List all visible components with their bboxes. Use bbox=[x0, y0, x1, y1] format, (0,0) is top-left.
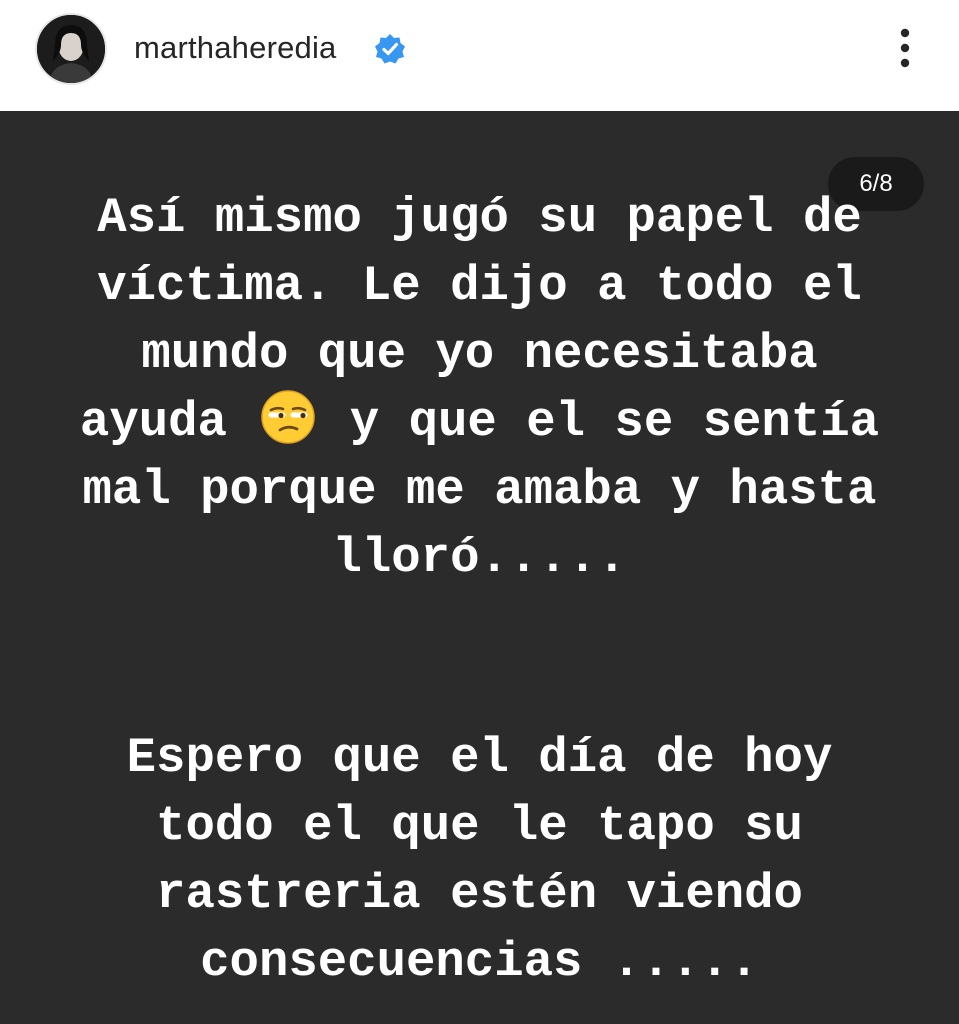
story-line: lloró..... bbox=[332, 530, 627, 586]
story-paragraph-2: Espero que el día de hoy todo el que le … bbox=[40, 724, 919, 996]
story-line: mal porque me amaba y hasta bbox=[82, 462, 877, 518]
story-line: mundo que yo necesitaba bbox=[141, 326, 818, 382]
story-paragraph-1: Así mismo jugó su papel de víctima. Le d… bbox=[40, 184, 919, 592]
story-header: marthaheredia bbox=[0, 0, 959, 111]
story-line: Así mismo jugó su papel de bbox=[97, 190, 862, 246]
story-line: rastreria estén viendo bbox=[156, 866, 803, 922]
unamused-face-emoji bbox=[260, 389, 316, 445]
story-text-fragment: y que el se sentía bbox=[349, 394, 880, 450]
more-options-icon[interactable] bbox=[888, 27, 922, 73]
story-line: Espero que el día de hoy bbox=[126, 730, 833, 786]
story-text-fragment: ayuda bbox=[79, 394, 227, 450]
story-line: todo el que le tapo su bbox=[156, 798, 803, 854]
story-line: consecuencias ..... bbox=[200, 934, 759, 990]
story-line: víctima. Le dijo a todo el bbox=[97, 258, 862, 314]
verified-badge-icon bbox=[373, 32, 407, 66]
username[interactable]: marthaheredia bbox=[134, 28, 337, 68]
profile-avatar[interactable] bbox=[35, 13, 107, 85]
story-line-with-emoji: ayuda y que el se sentía bbox=[40, 388, 919, 456]
